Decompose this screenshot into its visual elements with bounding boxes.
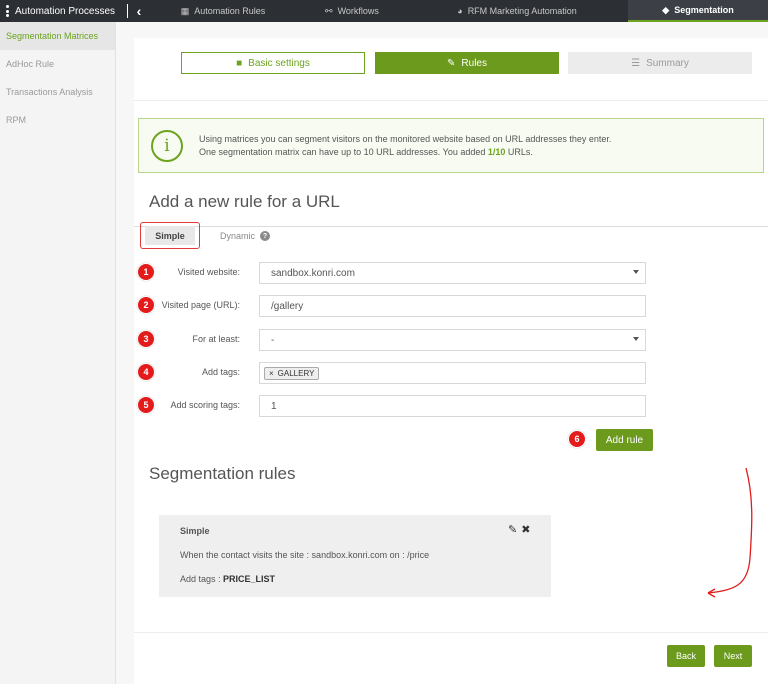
info-line-2-text: One segmentation matrix can have up to 1… xyxy=(199,146,488,157)
input-value: 1 xyxy=(271,400,277,412)
wizard-step-label: Summary xyxy=(646,57,689,69)
divider xyxy=(134,100,768,101)
field-label: For at least: xyxy=(192,334,240,344)
tab-rfm-marketing-automation[interactable]: ◕ RFM Marketing Automation xyxy=(406,0,628,22)
form-row-add-tags: 4 Add tags: × GALLERY xyxy=(134,362,768,384)
sidebar-item-label: RPM xyxy=(6,115,26,125)
wizard-step-label: Rules xyxy=(461,57,487,69)
pie-icon: ◕ xyxy=(457,6,463,16)
wizard-step-summary[interactable]: ☰ Summary xyxy=(568,52,752,74)
rule-tags-label: Add tags : xyxy=(180,574,224,584)
step-badge: 5 xyxy=(137,396,155,414)
sidebar-item-transactions-analysis[interactable]: Transactions Analysis xyxy=(0,78,115,106)
edit-pencil-icon[interactable]: ✎ xyxy=(508,523,517,536)
visited-page-input[interactable]: /gallery xyxy=(259,295,646,317)
form-heading: Add a new rule for a URL xyxy=(149,192,340,211)
sidebar-item-segmentation-matrices[interactable]: Segmentation Matrices xyxy=(0,22,115,50)
sidebar-item-label: Transactions Analysis xyxy=(6,87,93,97)
list-icon: ☰ xyxy=(631,57,641,69)
folder-icon: ■ xyxy=(236,57,243,69)
for-at-least-select[interactable]: - xyxy=(259,329,646,351)
step-badge: 4 xyxy=(137,363,155,381)
rule-tags-value: PRICE_LIST xyxy=(223,574,276,584)
sidebar-item-label: AdHoc Rule xyxy=(6,59,55,69)
step-badge: 1 xyxy=(137,263,155,281)
sidebar: Segmentation Matrices AdHoc Rule Transac… xyxy=(0,22,116,684)
tab-workflows[interactable]: ⚯ Workflows xyxy=(298,0,406,22)
tab-dynamic-label: Dynamic xyxy=(220,231,256,241)
tab-simple[interactable]: Simple xyxy=(140,222,200,249)
rule-type: Simple xyxy=(180,526,210,536)
field-label: Visited website: xyxy=(177,267,240,277)
step-badge: 2 xyxy=(137,296,155,314)
form-row-visited-page: 2 Visited page (URL): /gallery xyxy=(134,295,768,317)
sidebar-item-rpm[interactable]: RPM xyxy=(0,106,115,134)
caret-down-icon xyxy=(633,337,639,341)
tab-simple-label: Simple xyxy=(145,226,195,245)
rule-actions: ✎ ✖ xyxy=(508,523,530,536)
rule-card: Simple ✎ ✖ When the contact visits the s… xyxy=(159,515,551,597)
select-value: - xyxy=(271,334,275,346)
caret-down-icon xyxy=(633,270,639,274)
info-line-2: One segmentation matrix can have up to 1… xyxy=(199,146,611,159)
tab-dynamic[interactable]: Dynamic ? xyxy=(220,231,271,241)
title-divider xyxy=(127,4,129,18)
tabs-underline xyxy=(134,226,768,227)
sidebar-item-adhoc-rule[interactable]: AdHoc Rule xyxy=(0,50,115,78)
wizard-step-label: Basic settings xyxy=(248,57,310,69)
step-badge: 3 xyxy=(137,330,155,348)
menu-dots-icon[interactable] xyxy=(6,5,9,17)
info-alert: i Using matrices you can segment visitor… xyxy=(138,118,764,173)
tab-label: RFM Marketing Automation xyxy=(467,6,577,16)
add-rule-button[interactable]: Add rule xyxy=(596,429,653,451)
tab-automation-rules[interactable]: ▦ Automation Rules xyxy=(148,0,298,22)
question-mark-icon[interactable]: ? xyxy=(260,231,271,241)
wizard-step-rules[interactable]: ✎ Rules xyxy=(375,52,559,74)
form-row-add-scoring-tags: 5 Add scoring tags: 1 xyxy=(134,395,768,417)
annotation-arrow xyxy=(707,468,753,598)
step-badge: 6 xyxy=(568,430,586,448)
remove-tag-icon[interactable]: × xyxy=(269,369,274,378)
sidebar-item-label: Segmentation Matrices xyxy=(6,31,99,41)
tag-chip-label: GALLERY xyxy=(277,368,315,378)
visited-website-select[interactable]: sandbox.konri.com xyxy=(259,262,646,284)
info-line-2-suffix: URLs. xyxy=(505,146,533,157)
field-label: Visited page (URL): xyxy=(161,300,240,310)
rule-description: When the contact visits the site : sandb… xyxy=(180,550,430,560)
info-line-1: Using matrices you can segment visitors … xyxy=(199,133,612,144)
divider xyxy=(134,632,768,633)
field-label: Add tags: xyxy=(201,367,240,377)
info-text: Using matrices you can segment visitors … xyxy=(199,133,611,159)
back-button[interactable]: Back xyxy=(667,645,705,667)
wizard-step-basic-settings[interactable]: ■ Basic settings xyxy=(181,52,365,74)
content-panel: ■ Basic settings ✎ Rules ☰ Summary i Usi… xyxy=(134,38,768,684)
info-icon: i xyxy=(151,129,183,162)
field-label: Add scoring tags: xyxy=(170,400,240,410)
grid-icon: ▦ xyxy=(180,5,190,16)
tag-chip: × GALLERY xyxy=(264,366,320,380)
top-navigation-bar: Automation Processes ‹ ▦ Automation Rule… xyxy=(0,0,768,22)
tag-icon: ◆ xyxy=(662,4,670,15)
next-button[interactable]: Next xyxy=(714,645,752,667)
form-row-visited-website: 1 Visited website: sandbox.konri.com xyxy=(134,262,768,284)
app-title[interactable]: Automation Processes xyxy=(0,0,130,22)
add-tags-input[interactable]: × GALLERY xyxy=(259,362,646,384)
add-scoring-tags-input[interactable]: 1 xyxy=(259,395,646,417)
form-row-for-at-least: 3 For at least: - xyxy=(134,329,768,351)
input-value: /gallery xyxy=(271,300,304,312)
delete-x-icon[interactable]: ✖ xyxy=(521,523,530,536)
app-title-label: Automation Processes xyxy=(15,5,116,17)
url-count: 1/10 xyxy=(487,146,506,157)
main-content: ■ Basic settings ✎ Rules ☰ Summary i Usi… xyxy=(116,22,768,684)
select-value: sandbox.konri.com xyxy=(271,267,355,279)
tab-label: Segmentation xyxy=(674,5,734,15)
chevron-left-icon[interactable]: ‹ xyxy=(130,0,148,22)
tab-segmentation[interactable]: ◆ Segmentation xyxy=(628,0,768,22)
rule-tags: Add tags : PRICE_LIST xyxy=(180,574,275,584)
tab-label: Automation Rules xyxy=(194,6,266,16)
sitemap-icon: ⚯ xyxy=(325,5,333,16)
tab-label: Workflows xyxy=(337,6,379,16)
pencil-icon: ✎ xyxy=(447,57,456,69)
rules-heading: Segmentation rules xyxy=(149,464,296,483)
